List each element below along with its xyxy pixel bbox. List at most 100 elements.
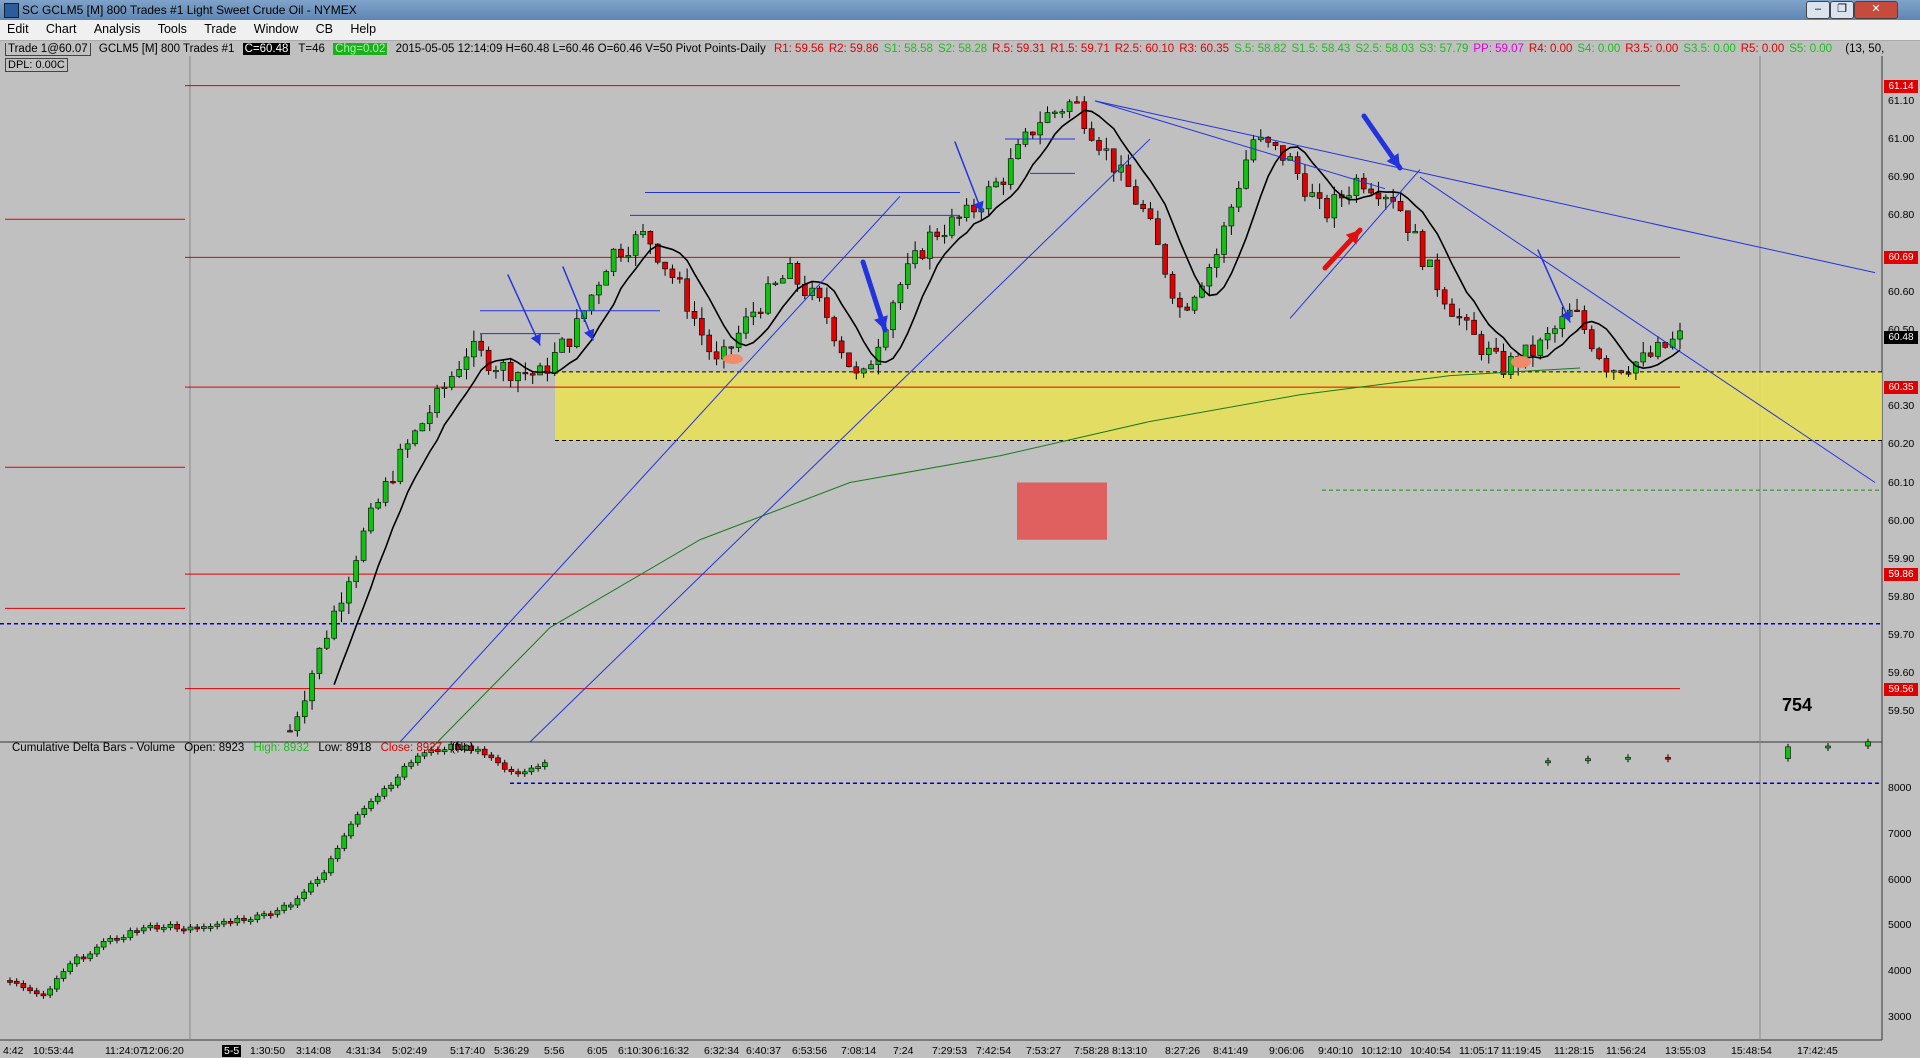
pivot-value: S4: 0.00 (1577, 43, 1621, 55)
delta-bar (1825, 745, 1831, 749)
app-icon (4, 3, 19, 18)
time-axis-label: 6:16:32 (654, 1045, 690, 1057)
delta-bar (401, 765, 408, 778)
candle-body (941, 234, 948, 238)
candle-body (294, 716, 301, 732)
price-tag: 61.14 (1884, 79, 1918, 93)
restore-button[interactable]: ❐ (1830, 1, 1854, 19)
candle-body (1096, 140, 1102, 151)
delta-bar (388, 784, 394, 789)
window-title: SC GCLM5 [M] 800 Trades #1 Light Sweet C… (22, 3, 357, 17)
candle-body (1184, 306, 1191, 311)
time-axis-label: 10:12:10 (1361, 1045, 1402, 1057)
menu-cb[interactable]: CB (309, 20, 340, 36)
candle-body (713, 351, 720, 360)
candle-body (1588, 329, 1595, 350)
delta-bar (328, 858, 334, 874)
menu-window[interactable]: Window (247, 20, 305, 36)
delta-bar (20, 983, 27, 989)
time-axis-label: 7:29:53 (932, 1045, 968, 1057)
delta-bar (274, 910, 281, 915)
time-axis-label: 17:42:45 (1797, 1045, 1838, 1057)
blue-arrow (954, 141, 983, 213)
delta-bar (281, 904, 287, 911)
candle-body (838, 340, 845, 354)
time-axis-label: 12:06:20 (143, 1045, 184, 1057)
candle-body (706, 334, 713, 353)
delta-bar (308, 883, 314, 893)
delta-bar (515, 771, 521, 775)
time-axis-label: 5:17:40 (450, 1045, 486, 1057)
candle-body (1066, 101, 1073, 112)
candle-body (676, 277, 683, 280)
delta-bar (221, 921, 227, 925)
menu-edit[interactable]: Edit (0, 20, 36, 36)
delta-bar (227, 921, 234, 924)
volume-axis-label: 8000 (1888, 781, 1912, 794)
delta-bar (214, 923, 221, 927)
time-axis-label: 8:13:10 (1112, 1045, 1148, 1057)
candle-body (956, 216, 963, 219)
window-titlebar: SC GCLM5 [M] 800 Trades #1 Light Sweet C… (0, 0, 1920, 20)
trade-button[interactable]: Trade 1@60.07 (5, 43, 91, 56)
candle-body (632, 234, 639, 256)
delta-bar (348, 823, 354, 837)
candle-body (478, 340, 485, 351)
candle-body (735, 332, 742, 348)
time-axis-label: 5:02:49 (392, 1045, 428, 1057)
delta-bar (495, 757, 501, 764)
time-axis-label: 11:24:07 (105, 1045, 146, 1057)
price-chart[interactable] (0, 41, 1920, 1058)
delta-bar (247, 919, 254, 922)
price-tag: 60.48 (1884, 331, 1918, 345)
menu-tools[interactable]: Tools (151, 20, 194, 36)
candle-body (684, 278, 690, 312)
candle-body (1324, 198, 1330, 219)
delta-bar (1585, 758, 1591, 762)
symbol-label: GCLM5 [M] 800 Trades #1 (98, 43, 235, 55)
candle-body (1493, 347, 1499, 352)
candle-body (1405, 210, 1411, 233)
last-price: C=60.48 (242, 43, 291, 55)
candle-body (985, 186, 992, 210)
chart-area[interactable] (0, 41, 1920, 1058)
candle-body (360, 530, 367, 561)
pivot-value: R3: 60.35 (1179, 43, 1230, 55)
menu-analysis[interactable]: Analysis (87, 20, 148, 36)
candle-body (846, 352, 852, 368)
menu-help[interactable]: Help (343, 20, 383, 36)
candle-body (1581, 310, 1588, 330)
delta-bar (287, 904, 294, 908)
pivot-value: R3.5: 0.00 (1625, 43, 1679, 55)
candle-body (1552, 328, 1558, 334)
candle-body (1243, 159, 1249, 189)
candle-body (1140, 203, 1146, 210)
menu-chart[interactable]: Chart (39, 20, 84, 36)
blue-arrow (507, 274, 541, 346)
delta-bar (87, 953, 94, 959)
close-button[interactable]: ✕ (1854, 1, 1898, 19)
candle-body (1375, 192, 1382, 200)
delta-bar (174, 924, 180, 930)
candle-body (1022, 131, 1029, 145)
time-axis-label: 11:56:24 (1606, 1045, 1647, 1057)
time-axis-label: 4:31:34 (346, 1045, 382, 1057)
delta-bar (167, 924, 174, 928)
time-axis-label: 11:28:15 (1554, 1045, 1595, 1057)
candle-body (463, 356, 470, 370)
candle-body (515, 372, 521, 382)
delta-bar (234, 918, 241, 924)
candle-body (927, 231, 933, 259)
candle-body (1530, 344, 1536, 356)
menu-trade[interactable]: Trade (197, 20, 243, 36)
candle-body (860, 368, 867, 374)
marker-ellipse (723, 354, 743, 364)
time-axis-label: 10:53:44 (33, 1045, 74, 1057)
menu-bar: Edit Chart Analysis Tools Trade Window C… (0, 20, 1920, 41)
annotation-754: 754 (1782, 695, 1813, 715)
candle-body (566, 338, 573, 348)
minimize-button[interactable]: – (1806, 1, 1830, 19)
pivot-value: R.5: 59.31 (992, 43, 1046, 55)
delta-bar (127, 930, 134, 938)
time-axis-label: 8:27:26 (1165, 1045, 1201, 1057)
